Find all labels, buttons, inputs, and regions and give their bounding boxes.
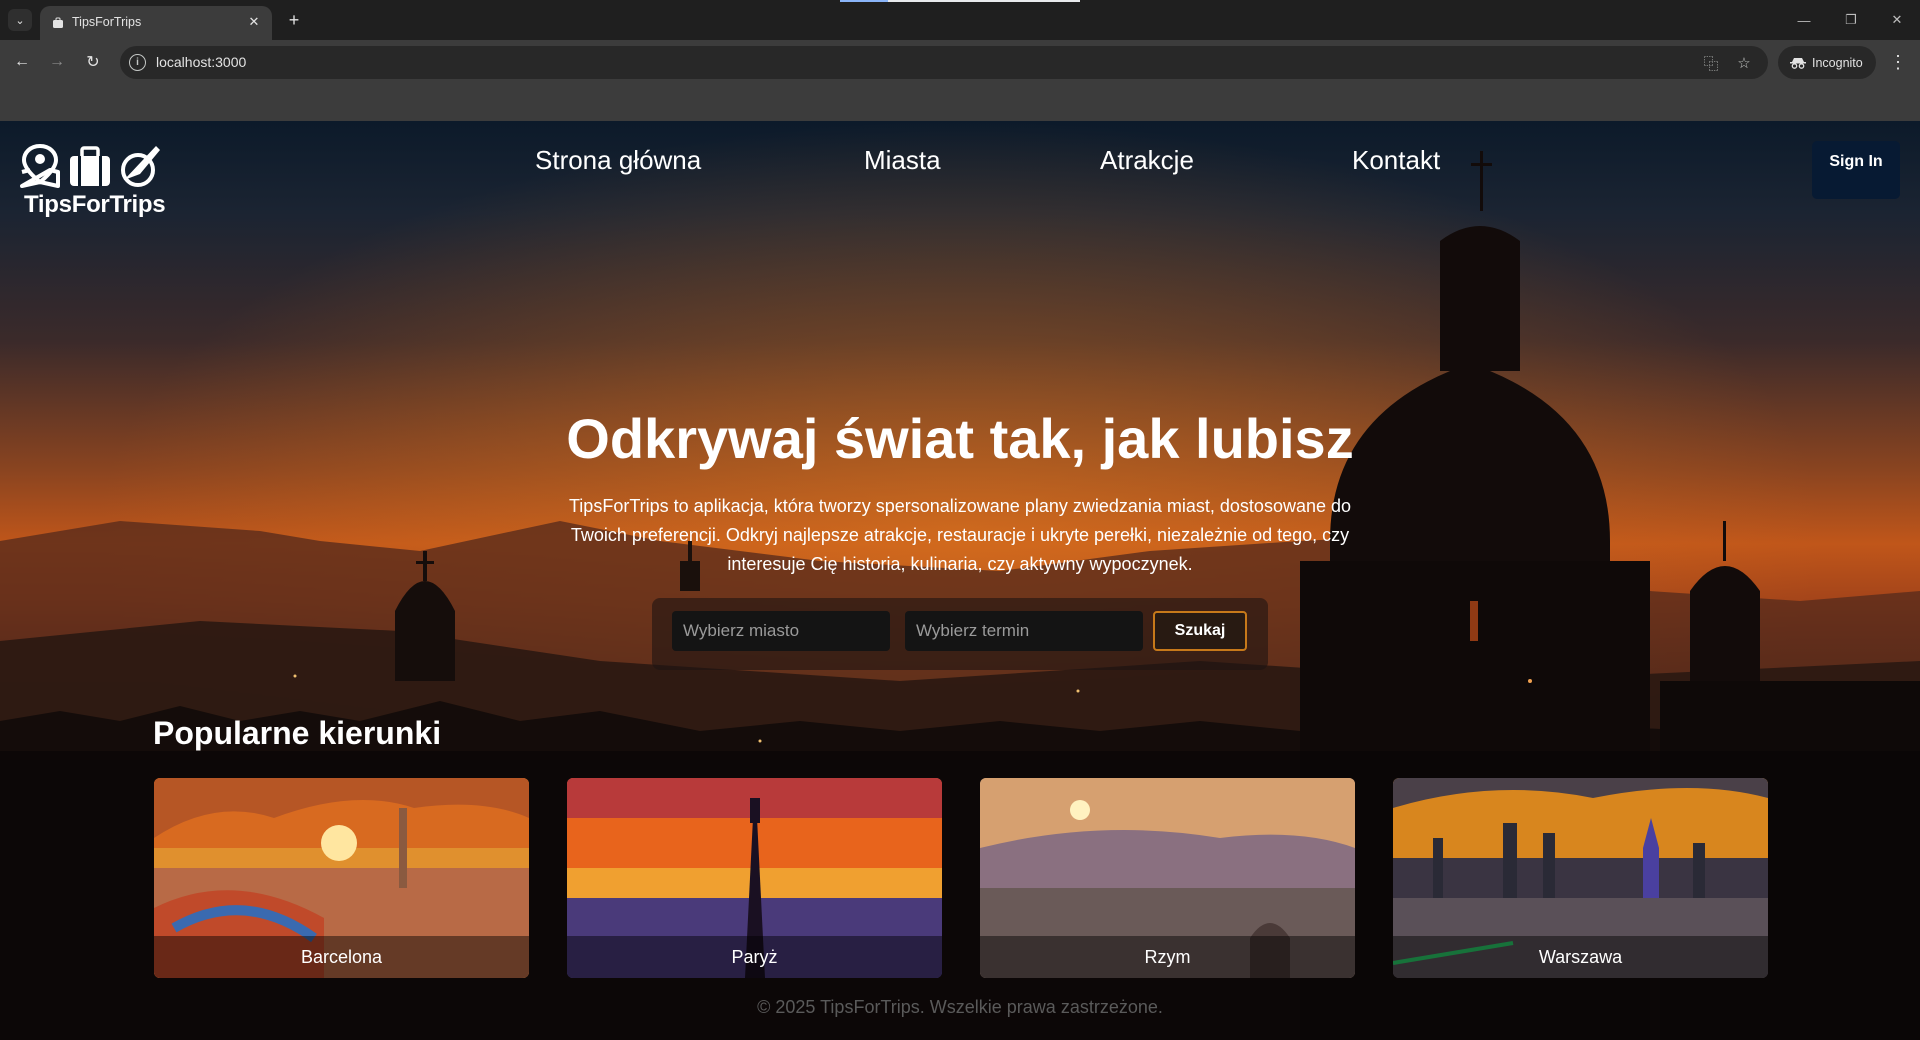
translate-icon[interactable]: ⿻	[1700, 52, 1722, 74]
chevron-down-icon: ⌄	[15, 14, 25, 27]
kebab-menu-icon[interactable]: ⋮	[1886, 48, 1910, 76]
favicon-icon	[53, 17, 63, 28]
site-info-icon[interactable]: i	[129, 54, 146, 71]
destination-card-paris[interactable]: Paryż	[567, 778, 942, 978]
sign-in-button[interactable]: Sign In	[1812, 141, 1900, 199]
card-title: Rzym	[1144, 947, 1191, 967]
new-tab-icon[interactable]: +	[282, 8, 306, 32]
browser-toolbar: ← → ↻ i localhost:3000 ⿻ ☆ Incognito ⋮	[0, 40, 1920, 85]
destination-card-warsaw[interactable]: Warszawa	[1393, 778, 1768, 978]
url-text[interactable]: localhost:3000	[156, 54, 246, 70]
main-navigation: Strona główna Miasta Atrakcje Kontakt	[0, 145, 1920, 185]
card-title: Warszawa	[1538, 947, 1623, 967]
tab-search-button[interactable]: ⌄	[8, 9, 32, 31]
nav-link-contact[interactable]: Kontakt	[1352, 145, 1440, 176]
incognito-icon	[1790, 57, 1806, 69]
bookmark-star-icon[interactable]: ☆	[1733, 52, 1755, 74]
nav-link-home[interactable]: Strona główna	[535, 145, 701, 176]
destination-cards: Barcelona Paryż Rzym Warszawa	[0, 778, 1920, 978]
search-panel: Wybierz miasto Wybierz termin Szukaj	[652, 598, 1268, 670]
popular-destinations-title: Popularne kierunki	[153, 715, 442, 751]
forward-icon[interactable]: →	[43, 48, 71, 76]
destination-card-rome[interactable]: Rzym	[980, 778, 1355, 978]
incognito-label: Incognito	[1812, 55, 1863, 70]
loading-bar	[840, 0, 1080, 2]
nav-link-cities[interactable]: Miasta	[864, 145, 941, 176]
back-icon[interactable]: ←	[8, 48, 36, 76]
address-bar[interactable]: i localhost:3000 ⿻ ☆	[120, 46, 1768, 79]
destination-card-barcelona[interactable]: Barcelona	[154, 778, 529, 978]
close-tab-icon[interactable]: ✕	[244, 12, 264, 32]
tab-title: TipsForTrips	[72, 15, 142, 29]
nav-link-attractions[interactable]: Atrakcje	[1100, 145, 1194, 176]
logo-text[interactable]: TipsForTrips	[24, 191, 166, 219]
browser-tab[interactable]: TipsForTrips ✕	[40, 6, 272, 40]
tab-strip: ⌄ TipsForTrips ✕ + — ❐ ✕	[0, 0, 1920, 40]
date-select-field[interactable]: Wybierz termin	[905, 611, 1143, 651]
close-window-icon[interactable]: ✕	[1882, 8, 1912, 32]
hero-description: TipsForTrips to aplikacja, która tworzy …	[568, 496, 1352, 574]
restore-icon[interactable]: ❐	[1836, 8, 1866, 32]
search-button[interactable]: Szukaj	[1153, 611, 1247, 651]
hero-title: Odkrywaj świat tak, jak lubisz	[566, 407, 1354, 470]
reload-icon[interactable]: ↻	[79, 48, 107, 76]
browser-chrome: ⌄ TipsForTrips ✕ + — ❐ ✕ ← → ↻ i localho…	[0, 0, 1920, 121]
card-title: Paryż	[731, 947, 778, 967]
minimize-icon[interactable]: —	[1789, 8, 1819, 32]
incognito-badge[interactable]: Incognito	[1778, 46, 1876, 79]
card-title: Barcelona	[300, 947, 383, 967]
city-select-field[interactable]: Wybierz miasto	[672, 611, 890, 651]
web-page: TipsForTrips Strona główna Miasta Atrakc…	[0, 121, 1920, 1040]
footer-copyright: © 2025 TipsForTrips. Wszelkie prawa zast…	[757, 997, 1163, 1017]
